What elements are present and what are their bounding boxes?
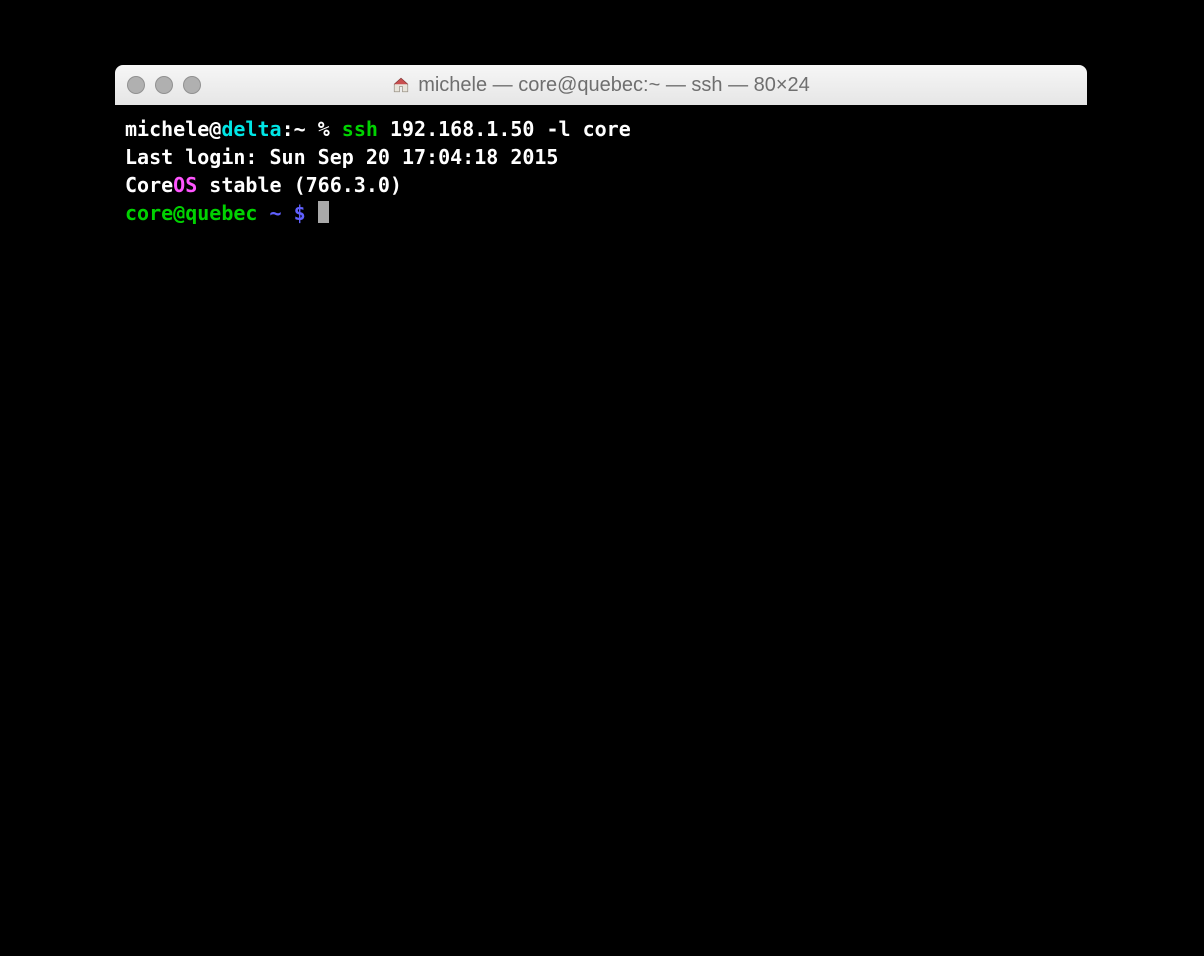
home-icon xyxy=(392,76,410,94)
cursor-icon xyxy=(318,201,329,223)
minimize-button[interactable] xyxy=(155,76,173,94)
terminal-line-4: core@quebec ~ $ xyxy=(125,199,1077,227)
prompt-userhost: core@quebec xyxy=(125,201,257,225)
prompt-host: delta xyxy=(221,117,281,141)
terminal-window: michele — core@quebec:~ — ssh — 80×24 mi… xyxy=(115,65,1087,795)
prompt-user: michele xyxy=(125,117,209,141)
terminal-line-3: CoreOS stable (766.3.0) xyxy=(125,171,1077,199)
zoom-button[interactable] xyxy=(183,76,201,94)
stage: michele — core@quebec:~ — ssh — 80×24 mi… xyxy=(0,0,1204,956)
title-wrap: michele — core@quebec:~ — ssh — 80×24 xyxy=(115,74,1087,97)
terminal-line-2: Last login: Sun Sep 20 17:04:18 2015 xyxy=(125,143,1077,171)
close-button[interactable] xyxy=(127,76,145,94)
command-name: ssh xyxy=(342,117,378,141)
command-args: 192.168.1.50 -l core xyxy=(378,117,631,141)
prompt-path: ~ xyxy=(294,117,306,141)
window-controls xyxy=(127,76,201,94)
window-title: michele — core@quebec:~ — ssh — 80×24 xyxy=(418,74,810,97)
prompt-dollar: $ xyxy=(294,201,318,225)
terminal-line-1: michele@delta:~ % ssh 192.168.1.50 -l co… xyxy=(125,115,1077,143)
window-titlebar: michele — core@quebec:~ — ssh — 80×24 xyxy=(115,65,1087,106)
terminal-body[interactable]: michele@delta:~ % ssh 192.168.1.50 -l co… xyxy=(115,105,1087,795)
prompt-path2: ~ xyxy=(257,201,293,225)
